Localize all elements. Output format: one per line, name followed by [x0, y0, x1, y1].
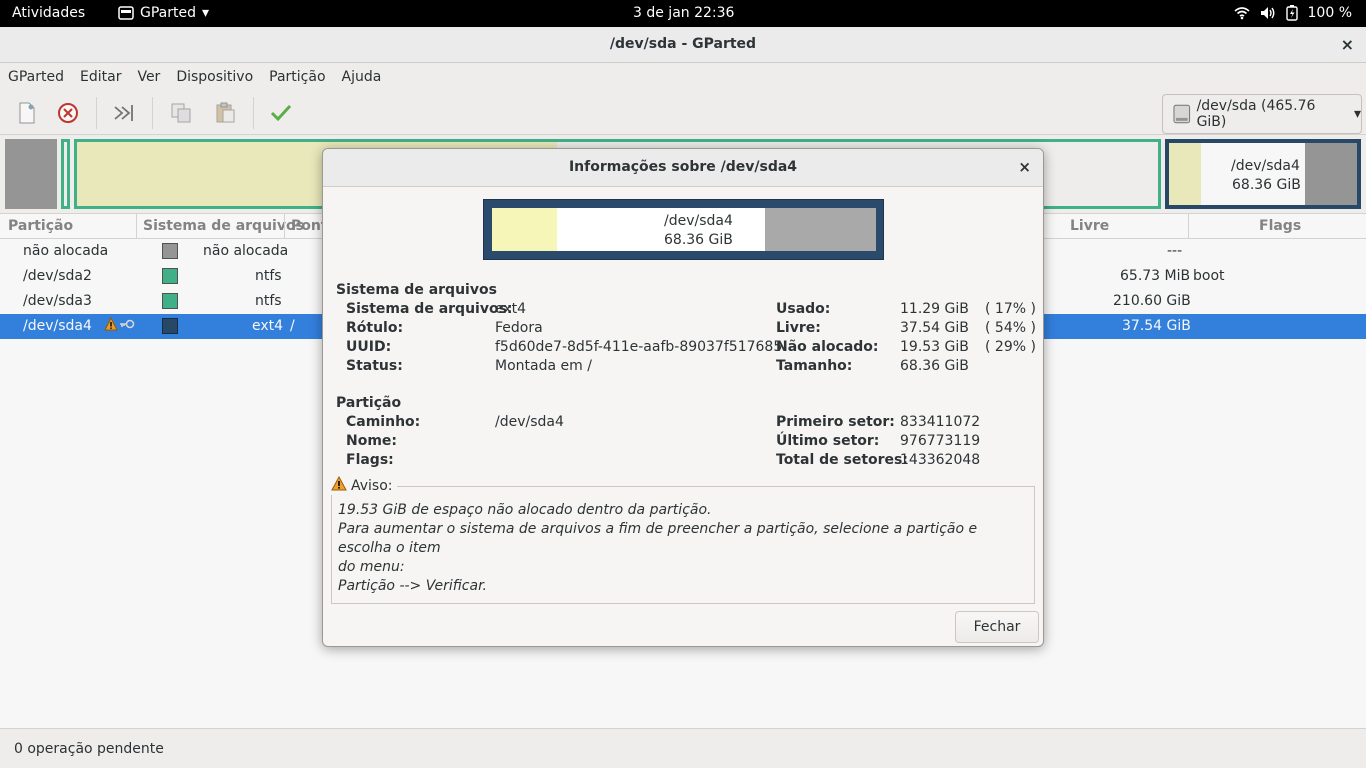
warning-title: Aviso: [331, 475, 397, 495]
close-icon[interactable]: × [1018, 158, 1031, 176]
usage-used-bar [492, 208, 557, 251]
dialog-titlebar[interactable]: Informações sobre /dev/sda4 × [323, 149, 1043, 187]
warning-line: 19.53 GiB de espaço não alocado dentro d… [338, 502, 712, 518]
flags-key: Flags: [346, 452, 394, 468]
total-sectors-key: Total de setores: [776, 452, 908, 468]
label-value: Fedora [495, 320, 543, 336]
unallocated-value: 19.53 GiB [900, 339, 969, 355]
size-key: Tamanho: [776, 358, 853, 374]
uuid-key: UUID: [346, 339, 392, 355]
gparted-app-icon [118, 6, 134, 20]
status-key: Status: [346, 358, 403, 374]
top-bar: Atividades GParted ▾ 3 de jan 22:36 100 … [0, 0, 1366, 27]
unallocated-percent: ( 29% ) [985, 339, 1036, 355]
close-icon[interactable]: × [1341, 35, 1354, 54]
first-sector-key: Primeiro setor: [776, 414, 895, 430]
window-title: /dev/sda - GParted [609, 36, 757, 52]
free-percent: ( 54% ) [985, 320, 1036, 336]
path-value: /dev/sda4 [495, 414, 564, 430]
uuid-value: f5d60de7-8d5f-411e-aafb-89037f517685 [495, 339, 783, 355]
warning-box: 19.53 GiB de espaço não alocado dentro d… [331, 486, 1035, 604]
volume-icon [1260, 7, 1274, 19]
app-name: GParted [140, 5, 196, 21]
warning-text: 19.53 GiB de espaço não alocado dentro d… [338, 501, 1034, 596]
free-value: 37.54 GiB [900, 320, 969, 336]
usage-map-size: 68.36 GiB [664, 232, 733, 248]
window-titlebar[interactable]: /dev/sda - GParted × [0, 27, 1366, 63]
used-percent: ( 17% ) [985, 301, 1036, 317]
usage-unallocated-bar [765, 208, 876, 251]
first-sector-value: 833411072 [900, 414, 981, 430]
close-dialog-button[interactable]: Fechar [955, 611, 1039, 643]
last-sector-key: Último setor: [776, 433, 880, 449]
warning-line: Para aumentar o sistema de arquivos a fi… [338, 521, 978, 556]
warning-line: Partição --> Verificar. [338, 578, 487, 594]
usage-map-label: /dev/sda4 [664, 213, 733, 229]
free-key: Livre: [776, 320, 821, 336]
label-key: Rótulo: [346, 320, 404, 336]
last-sector-value: 976773119 [900, 433, 981, 449]
partition-usage-map: /dev/sda4 68.36 GiB [483, 199, 884, 260]
fs-value: ext4 [495, 301, 527, 317]
unallocated-key: Não alocado: [776, 339, 879, 355]
partition-section-title: Partição [336, 395, 402, 411]
clock[interactable]: 3 de jan 22:36 [633, 5, 734, 21]
battery-icon [1285, 5, 1298, 21]
total-sectors-value: 143362048 [900, 452, 981, 468]
chevron-down-icon: ▾ [202, 5, 210, 21]
warning-icon [331, 475, 347, 495]
size-value: 68.36 GiB [900, 358, 969, 374]
activities-button[interactable]: Atividades [12, 5, 85, 21]
fs-section-title: Sistema de arquivos [336, 282, 497, 298]
warning-label: Aviso: [351, 477, 393, 494]
app-menu[interactable]: GParted ▾ [118, 5, 209, 21]
status-value: Montada em / [495, 358, 592, 374]
name-key: Nome: [346, 433, 398, 449]
used-value: 11.29 GiB [900, 301, 969, 317]
battery-percent: 100 % [1307, 5, 1352, 21]
dialog-title: Informações sobre /dev/sda4 [568, 159, 798, 175]
wifi-icon [1233, 7, 1250, 20]
system-tray[interactable]: 100 % [1233, 5, 1352, 21]
fs-key: Sistema de arquivos: [346, 301, 513, 317]
path-key: Caminho: [346, 414, 421, 430]
warning-line: do menu: [338, 559, 405, 575]
partition-info-dialog: Informações sobre /dev/sda4 × /dev/sda4 … [322, 148, 1044, 647]
used-key: Usado: [776, 301, 831, 317]
